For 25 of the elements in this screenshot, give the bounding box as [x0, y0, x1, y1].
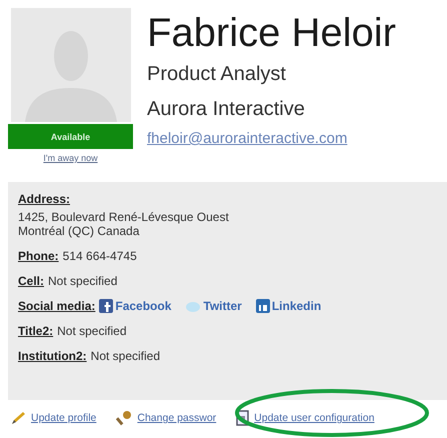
field-value: 514 664-4745 [62, 249, 137, 263]
f-logo-icon [99, 299, 114, 313]
field-label: Institution2: [18, 349, 87, 363]
company-name: Aurora Interactive [147, 97, 305, 121]
email-link[interactable]: fheloir@aurorainteractive.com [147, 130, 348, 147]
status-badge: Available [8, 124, 133, 149]
field-value: Not specified [48, 274, 118, 288]
away-link[interactable]: I'm away now [43, 153, 98, 163]
person-name: Fabrice Heloir [147, 10, 396, 56]
field-label: Title2: [18, 324, 54, 338]
field-value: Not specified [57, 324, 126, 338]
field-label: Social media: [18, 299, 96, 313]
social-link[interactable]: Linkedin [256, 299, 322, 313]
field-value: Not specified [90, 349, 160, 363]
field-label: Phone: [18, 249, 59, 263]
social-link[interactable]: Facebook [99, 299, 172, 313]
field-label: Address: [18, 192, 72, 206]
social-link[interactable]: Twitter [185, 299, 242, 313]
job-title: Product Analyst [147, 62, 286, 86]
field-label: Cell: [18, 274, 44, 288]
pencil-icon [10, 410, 26, 426]
action-link[interactable]: Update profile [10, 410, 96, 426]
in-logo-icon [256, 299, 270, 313]
action-link[interactable]: Change passwor [116, 410, 216, 426]
address-text: 1425, Boulevard René-Lévesque Ouest Montréal (QC) Canada [18, 210, 230, 238]
